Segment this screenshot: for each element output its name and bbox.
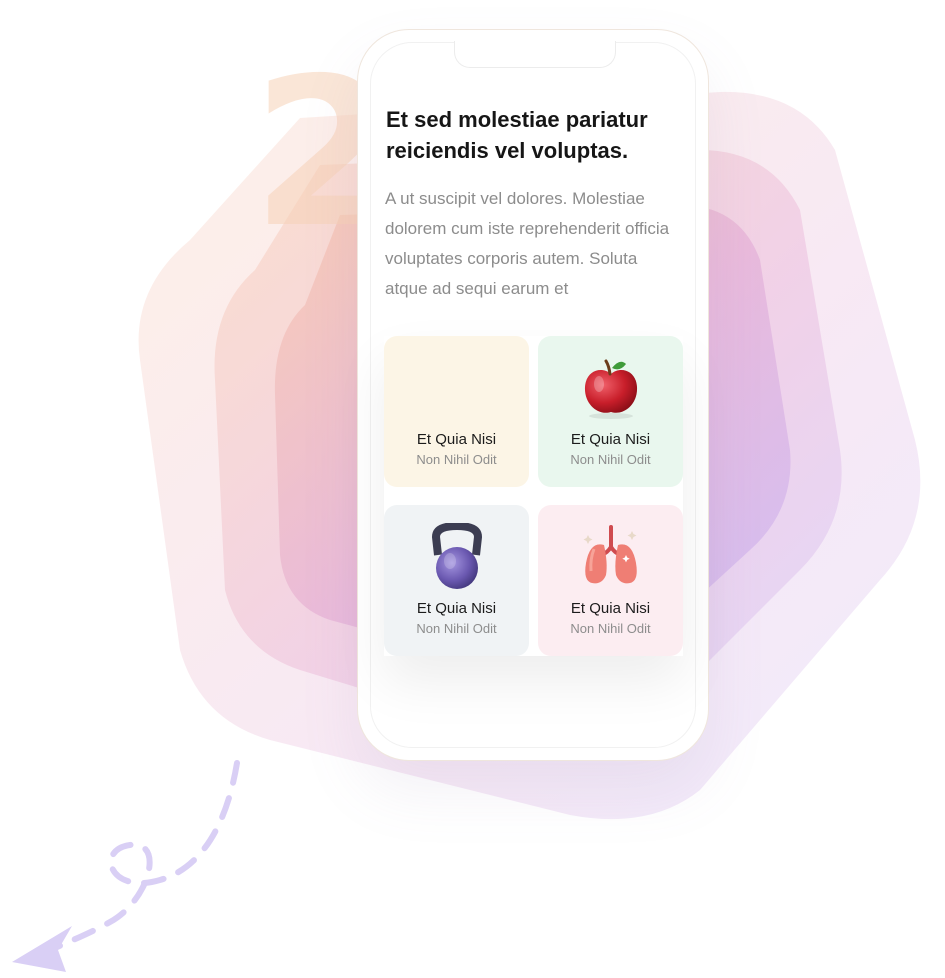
category-card-grid: Et Quia Nisi Non Nihil Odit Et Quia Nisi… [384,336,683,656]
page-headline: Et sed molestiae pariatur reiciendis vel… [386,107,648,163]
card-subtitle: Non Nihil Odit [416,621,497,636]
category-card[interactable]: Et Quia Nisi Non Nihil Odit [538,336,683,487]
dashed-arrow-path [37,760,240,958]
lungs-icon [583,525,637,584]
category-card[interactable]: Et Quia Nisi Non Nihil Odit [538,505,683,656]
intro-paragraph: A ut suscipit vel dolores. Molestiae dol… [385,189,670,298]
kettlebell-icon [432,523,482,589]
category-card[interactable]: Et Quia Nisi Non Nihil Odit [384,505,529,656]
arrow-head-icon [12,926,72,972]
card-title: Et Quia Nisi [416,600,497,617]
apple-icon [584,359,638,419]
card-subtitle: Non Nihil Odit [416,452,497,467]
card-subtitle: Non Nihil Odit [570,621,651,636]
card-title: Et Quia Nisi [416,431,497,448]
card-title: Et Quia Nisi [570,431,651,448]
phone-notch [454,41,616,68]
card-subtitle: Non Nihil Odit [570,452,651,467]
category-card[interactable]: Et Quia Nisi Non Nihil Odit [384,336,529,487]
card-title: Et Quia Nisi [570,600,651,617]
